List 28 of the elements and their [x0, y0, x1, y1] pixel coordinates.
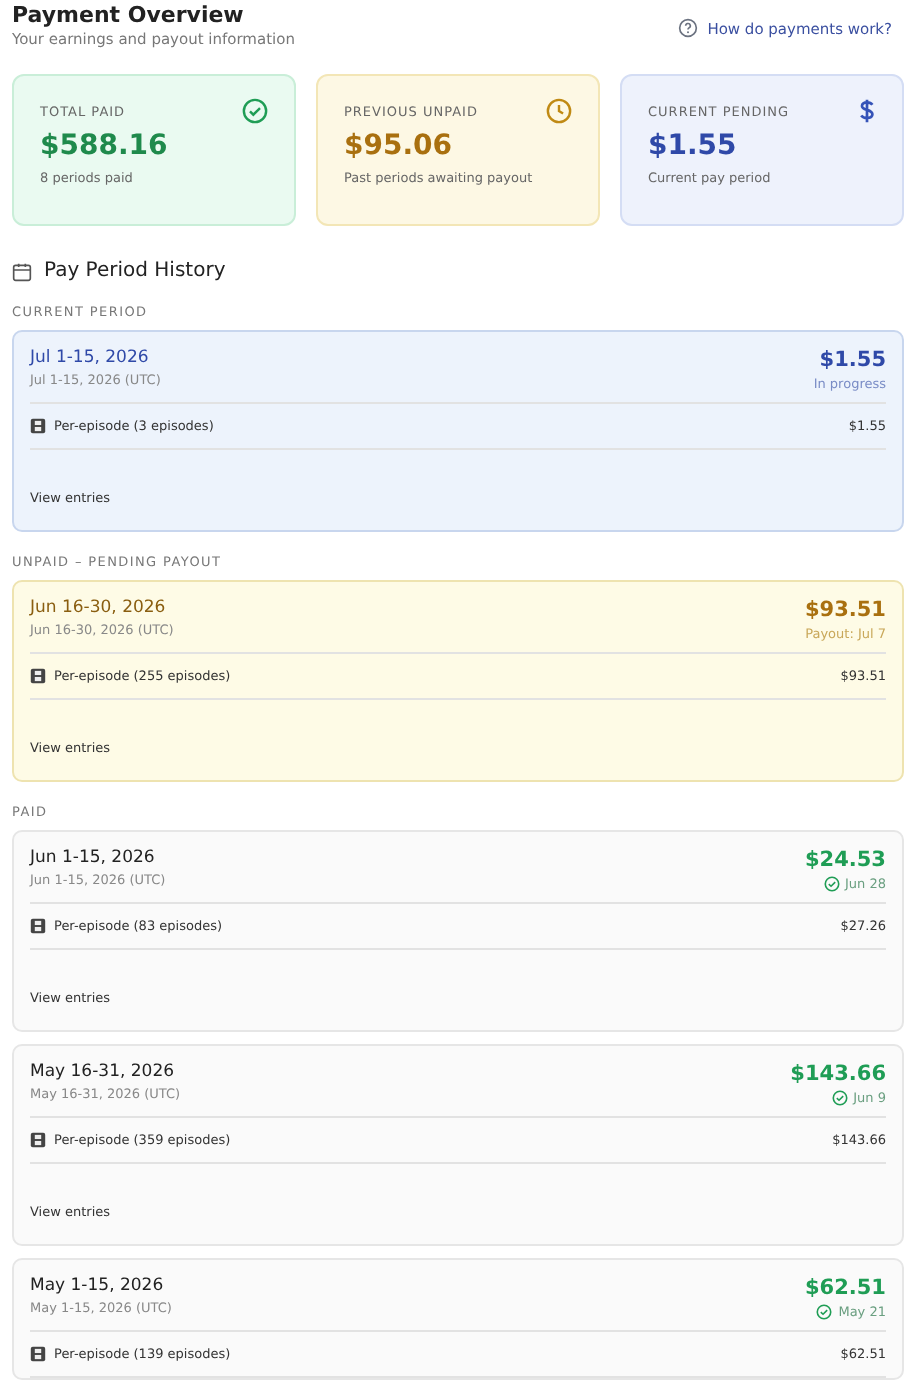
period-amount: $24.53	[804, 848, 886, 872]
period-title: Jul 1-15, 2026	[30, 348, 151, 368]
film-icon	[30, 1346, 46, 1362]
stat-amount: $1.55	[648, 130, 739, 162]
period-amount: $93.51	[804, 598, 886, 622]
stat-amount: $95.06	[344, 130, 455, 162]
period-amount: $62.51	[804, 1276, 886, 1300]
film-icon	[30, 668, 46, 684]
period-title: May 16-31, 2026	[30, 1062, 177, 1082]
check-circle-icon	[816, 1304, 833, 1320]
period-title: May 1-15, 2026	[30, 1276, 166, 1296]
section-title: Pay Period History	[44, 260, 226, 282]
page-title: Payment Overview	[12, 2, 246, 28]
film-icon	[30, 418, 46, 434]
check-circle-icon	[242, 98, 268, 124]
period-title: Jun 16-30, 2026	[30, 598, 168, 618]
period-amount: $1.55	[819, 348, 886, 372]
film-icon	[30, 918, 46, 934]
period-amount: $143.66	[790, 1062, 886, 1086]
stat-amount: $588.16	[40, 130, 170, 162]
film-icon	[30, 1132, 46, 1148]
help-icon	[677, 18, 698, 38]
check-circle-icon	[831, 1090, 848, 1106]
period-title: Jun 1-15, 2026	[30, 848, 157, 868]
calendar-icon	[12, 261, 32, 281]
check-circle-icon	[823, 876, 839, 892]
dollar-icon	[858, 98, 876, 124]
clock-icon	[546, 98, 572, 124]
